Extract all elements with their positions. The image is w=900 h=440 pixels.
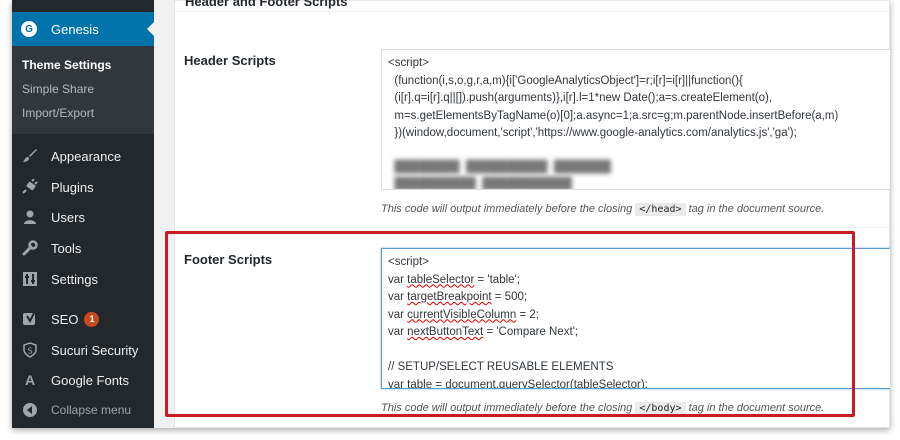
sidebar-item-tools[interactable]: Tools [12,233,154,263]
head-tag-code: </head> [635,203,686,216]
paintbrush-icon [20,148,40,164]
code-line: var tableSelector = 'table'; [388,273,520,286]
header-scripts-textarea[interactable]: <script> (function(i,s,o,g,r,a,m){i['Goo… [381,49,890,190]
settings-icon [20,271,40,287]
code-line: // SETUP/SELECT REUSABLE ELEMENTS [388,361,614,373]
sidebar-item-settings[interactable]: Settings [12,264,154,294]
plug-icon [20,179,40,195]
header-scripts-label: Header Scripts [184,53,276,68]
redacted-code: ████████ ██████████ ███████ [388,160,611,173]
sidebar-item-genesis[interactable]: G Genesis [12,12,154,46]
shield-icon: S [20,342,40,358]
font-icon: A [24,372,36,388]
settings-content: Header and Footer Scripts Header Scripts… [174,0,890,428]
user-icon [20,209,40,225]
submenu-simple-share[interactable]: Simple Share [22,82,94,96]
code-line: (i[r].q=i[r].q||[]).push(arguments)},i[r… [388,92,773,104]
sidebar-item-appearance[interactable]: Appearance [12,141,154,171]
code-line: var currentVisibleColumn = 2; [388,308,539,321]
code-line: })(window,document,'script','https://www… [388,127,797,139]
collapse-icon [20,402,40,418]
code-line: <script> [388,256,429,268]
sidebar-item-sucuri-security[interactable]: S Sucuri Security [12,335,154,365]
code-line: var table = document.querySelector(table… [388,378,648,389]
sidebar-item-seo[interactable]: SEO 1 [12,304,154,334]
svg-text:S: S [27,347,32,356]
sidebar-item-google-fonts[interactable]: A Google Fonts [12,365,154,395]
submenu-theme-settings[interactable]: Theme Settings [22,58,111,72]
section-heading: Header and Footer Scripts [185,0,348,9]
yoast-icon [20,311,40,327]
divider [175,227,890,228]
admin-sidebar: G Genesis Theme Settings Simple Share Im… [12,0,154,428]
code-line: var nextButtonText = 'Compare Next'; [388,326,579,338]
footer-scripts-textarea[interactable]: <script> var tableSelector = 'table'; var … [381,248,890,389]
code-line: m=s.getElementsByTagName(o)[0];a.async=1… [388,109,839,122]
active-menu-arrow [147,22,154,36]
body-tag-code: </body> [635,402,686,415]
footer-scripts-description: This code will output immediately before… [381,402,825,415]
genesis-submenu: Theme Settings Simple Share Import/Expor… [12,46,154,134]
submenu-import-export[interactable]: Import/Export [22,106,94,120]
redacted-code: ██████████ ███████████ [388,178,572,190]
footer-scripts-label: Footer Scripts [184,252,273,267]
wordpress-admin-window: G Genesis Theme Settings Simple Share Im… [12,0,890,428]
wrench-icon [20,240,40,256]
sidebar-item-plugins[interactable]: Plugins [12,172,154,202]
code-line: var targetBreakpoint = 500; [388,291,528,303]
genesis-g-icon: G [21,21,37,37]
collapse-menu-button[interactable]: Collapse menu [12,395,154,425]
seo-notification-badge: 1 [84,311,100,327]
sidebar-item-users[interactable]: Users [12,202,154,232]
header-scripts-description: This code will output immediately before… [381,203,825,216]
code-line: (function(i,s,o,g,r,a,m){i['GoogleAnalyt… [388,74,743,87]
divider [175,11,890,12]
code-line: <script> [388,57,429,69]
